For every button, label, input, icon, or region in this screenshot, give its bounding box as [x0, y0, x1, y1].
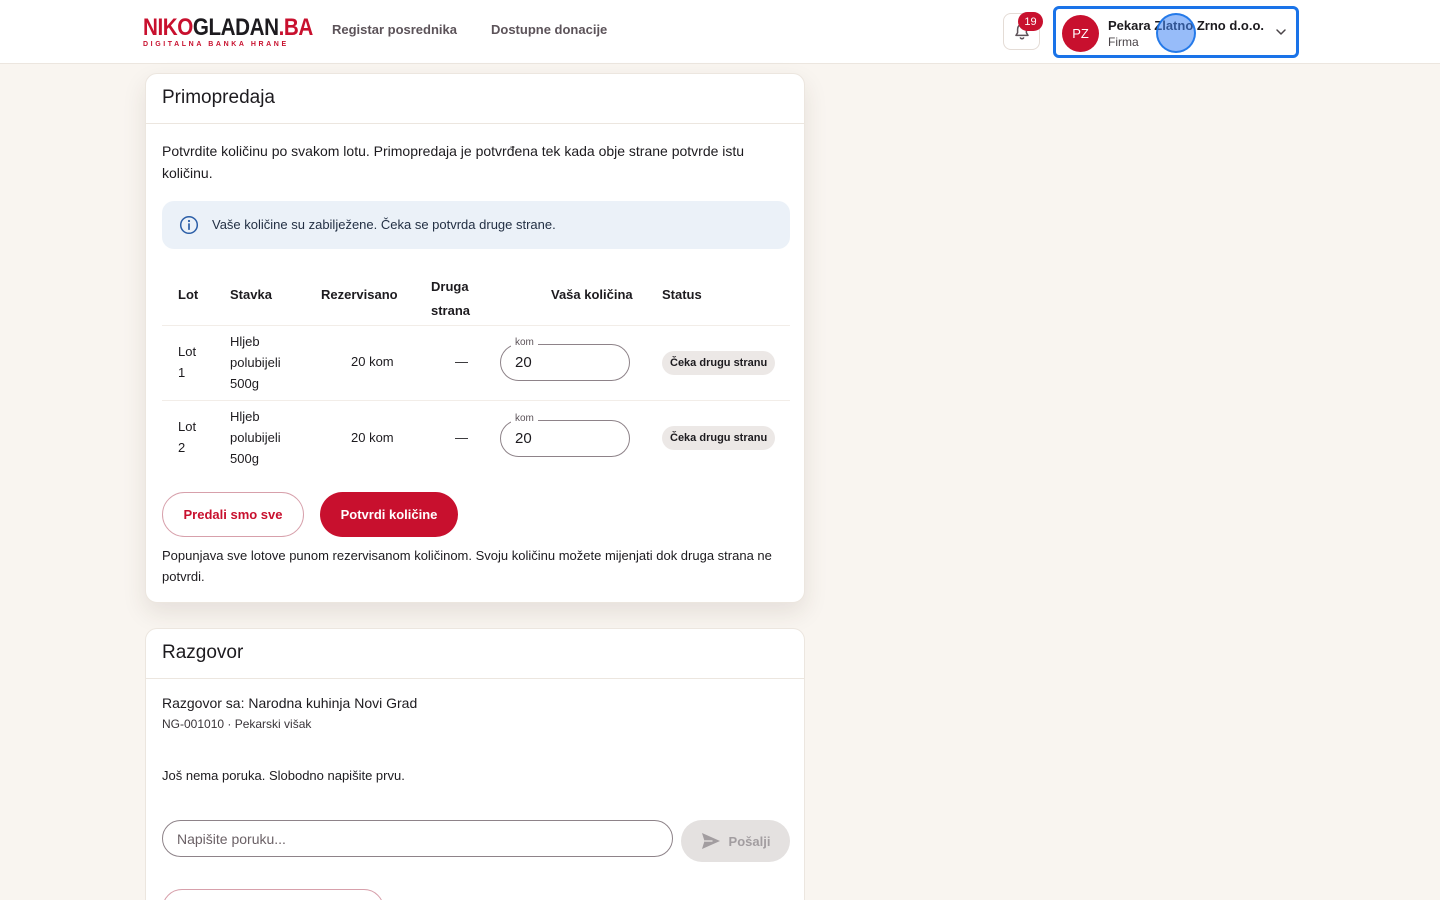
handed-over-all-button[interactable]: Predali smo sve: [162, 492, 304, 537]
conversation-reference: NG-001010 · Pekarski višak: [162, 717, 312, 731]
handover-intro: Potvrdite količinu po svakom lotu. Primo…: [162, 143, 745, 181]
logo-tagline: DIGITALNA BANKA HRANE: [143, 41, 289, 48]
pointer-indicator: [1156, 13, 1196, 53]
quantity-unit-label: kom: [511, 413, 538, 424]
col-header-item: Stavka: [230, 287, 272, 302]
send-button[interactable]: Pošalji: [681, 820, 790, 862]
col-header-your-qty: Vaša količina: [551, 287, 633, 302]
item-cell: Hljeb polubijeli 500g: [230, 334, 281, 391]
info-alert-text: Vaše količine su zabilježene. Čeka se po…: [212, 217, 556, 232]
conversation-header: Razgovor: [146, 629, 804, 679]
status-chip: Čeka drugu stranu: [662, 351, 776, 375]
lot-cell: Lot 1: [178, 344, 197, 380]
conversation-empty-state: Još nema poruka. Slobodno napišite prvu.: [162, 768, 405, 783]
status-chip: Čeka drugu stranu: [662, 426, 776, 450]
item-cell: Hljeb polubijeli 500g: [230, 409, 281, 466]
notification-count-badge: 19: [1018, 12, 1043, 31]
logo-wordmark: NIKOGLADAN.BA: [143, 14, 313, 41]
send-label: Pošalji: [728, 833, 771, 849]
info-alert: Vaše količine su zabilježene. Čeka se po…: [162, 201, 790, 249]
col-header-lot: Lot: [178, 287, 199, 302]
col-header-status: Status: [662, 287, 702, 302]
message-input[interactable]: [162, 820, 673, 857]
top-bar: NIKOGLADAN.BA DIGITALNA BANKA HRANE Regi…: [0, 0, 1440, 64]
conversation-title: Razgovor: [162, 642, 244, 663]
send-icon: [701, 833, 720, 849]
chevron-down-icon: [1276, 29, 1286, 35]
col-header-reserved: Rezervisano: [321, 287, 398, 302]
col-header-other-side-line1: Druga: [431, 279, 469, 294]
logo[interactable]: NIKOGLADAN.BA DIGITALNA BANKA HRANE: [143, 14, 313, 49]
quantity-input[interactable]: kom 20: [500, 413, 630, 457]
col-header-other-side-line2: strana: [431, 303, 471, 318]
lot-cell: Lot 2: [178, 419, 197, 455]
handover-hint: Popunjava sve lotove punom rezervisanom …: [162, 548, 772, 584]
handover-header: Primopredaja: [146, 74, 804, 124]
reserved-cell: 20 kom: [351, 430, 394, 445]
quantity-value: 20: [515, 430, 532, 447]
table-divider: [162, 400, 790, 401]
nav-link-donacije[interactable]: Dostupne donacije: [491, 22, 607, 37]
quantity-input[interactable]: kom 20: [500, 337, 630, 381]
handover-title: Primopredaja: [162, 87, 275, 108]
table-divider: [162, 325, 790, 326]
other-side-cell: —: [455, 430, 468, 445]
info-icon: [179, 215, 199, 235]
col-header-other-side: Druga strana: [431, 275, 471, 323]
conversation-partner: Razgovor sa: Narodna kuhinja Novi Grad: [162, 695, 418, 711]
account-role: Firma: [1108, 35, 1139, 49]
handover-card: Primopredaja Potvrdite količinu po svako…: [145, 73, 805, 603]
confirm-quantities-button[interactable]: Potvrdi količine: [320, 492, 458, 537]
quantity-unit-label: kom: [511, 337, 538, 348]
nav-link-registar[interactable]: Registar posrednika: [332, 22, 457, 37]
quantity-value: 20: [515, 354, 532, 371]
secondary-action-button[interactable]: [162, 889, 384, 900]
reserved-cell: 20 kom: [351, 354, 394, 369]
other-side-cell: —: [455, 354, 468, 369]
conversation-card: Razgovor Razgovor sa: Narodna kuhinja No…: [145, 628, 805, 900]
avatar: PZ: [1062, 15, 1099, 52]
